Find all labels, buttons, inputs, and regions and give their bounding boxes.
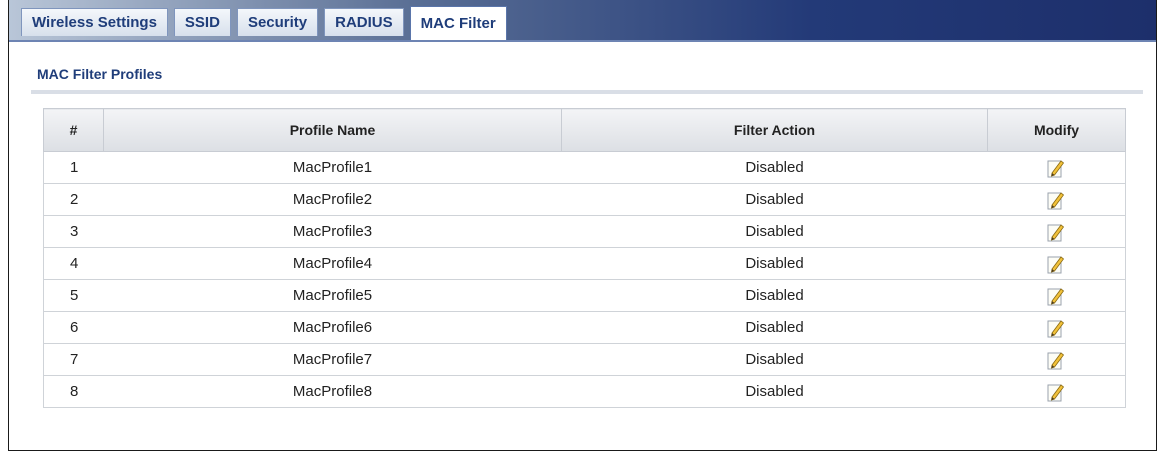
modify-cell [987,311,1126,344]
row-index: 5 [43,279,104,312]
column-header-profile-name: Profile Name [103,108,562,152]
table-row: 7 MacProfile7 Disabled [43,343,1126,376]
edit-icon[interactable] [1047,350,1065,370]
modify-cell [987,215,1126,248]
table-row: 6 MacProfile6 Disabled [43,311,1126,344]
row-index: 6 [43,311,104,344]
column-header-index: # [43,108,104,152]
filter-action-cell: Disabled [561,279,988,312]
modify-cell [987,247,1126,280]
mac-filter-panel: Wireless Settings SSID Security RADIUS M… [8,0,1157,451]
profile-name-cell: MacProfile1 [103,151,562,184]
edit-icon[interactable] [1047,318,1065,338]
edit-icon[interactable] [1047,254,1065,274]
row-index: 4 [43,247,104,280]
filter-action-cell: Disabled [561,183,988,216]
table-row: 2 MacProfile2 Disabled [43,183,1126,216]
table-row: 5 MacProfile5 Disabled [43,279,1126,312]
mac-profile-table: # Profile Name Filter Action Modify 1 Mac… [43,108,1126,408]
row-index: 2 [43,183,104,216]
column-header-modify: Modify [987,108,1126,152]
modify-cell [987,183,1126,216]
edit-icon[interactable] [1047,222,1065,242]
profile-name-cell: MacProfile7 [103,343,562,376]
table-row: 3 MacProfile3 Disabled [43,215,1126,248]
modify-cell [987,343,1126,376]
row-index: 7 [43,343,104,376]
table-body: 1 MacProfile1 Disabled 2 MacProfile2 Disabled… [43,151,1126,408]
filter-action-cell: Disabled [561,343,988,376]
profile-name-cell: MacProfile8 [103,375,562,408]
profile-name-cell: MacProfile5 [103,279,562,312]
section-divider [31,90,1143,94]
edit-icon[interactable] [1047,382,1065,402]
row-index: 8 [43,375,104,408]
modify-cell [987,375,1126,408]
table-header-row: # Profile Name Filter Action Modify [43,108,1126,152]
table-row: 4 MacProfile4 Disabled [43,247,1126,280]
filter-action-cell: Disabled [561,375,988,408]
tab-list: Wireless Settings SSID Security RADIUS M… [21,6,513,40]
filter-action-cell: Disabled [561,215,988,248]
tab-ssid[interactable]: SSID [173,8,231,36]
row-index: 1 [43,151,104,184]
table-row: 1 MacProfile1 Disabled [43,151,1126,184]
modify-cell [987,151,1126,184]
tab-bar: Wireless Settings SSID Security RADIUS M… [9,0,1156,42]
profile-name-cell: MacProfile6 [103,311,562,344]
tab-security[interactable]: Security [236,8,319,36]
section-title: MAC Filter Profiles [37,66,163,82]
edit-icon[interactable] [1047,286,1065,306]
edit-icon[interactable] [1047,158,1065,178]
profile-name-cell: MacProfile4 [103,247,562,280]
filter-action-cell: Disabled [561,247,988,280]
tab-radius[interactable]: RADIUS [324,8,404,36]
table-row: 8 MacProfile8 Disabled [43,375,1126,408]
row-index: 3 [43,215,104,248]
tab-mac-filter[interactable]: MAC Filter [409,6,507,40]
modify-cell [987,279,1126,312]
profile-name-cell: MacProfile3 [103,215,562,248]
profile-name-cell: MacProfile2 [103,183,562,216]
filter-action-cell: Disabled [561,311,988,344]
tab-wireless-settings[interactable]: Wireless Settings [21,8,168,36]
filter-action-cell: Disabled [561,151,988,184]
edit-icon[interactable] [1047,190,1065,210]
column-header-filter-action: Filter Action [561,108,988,152]
